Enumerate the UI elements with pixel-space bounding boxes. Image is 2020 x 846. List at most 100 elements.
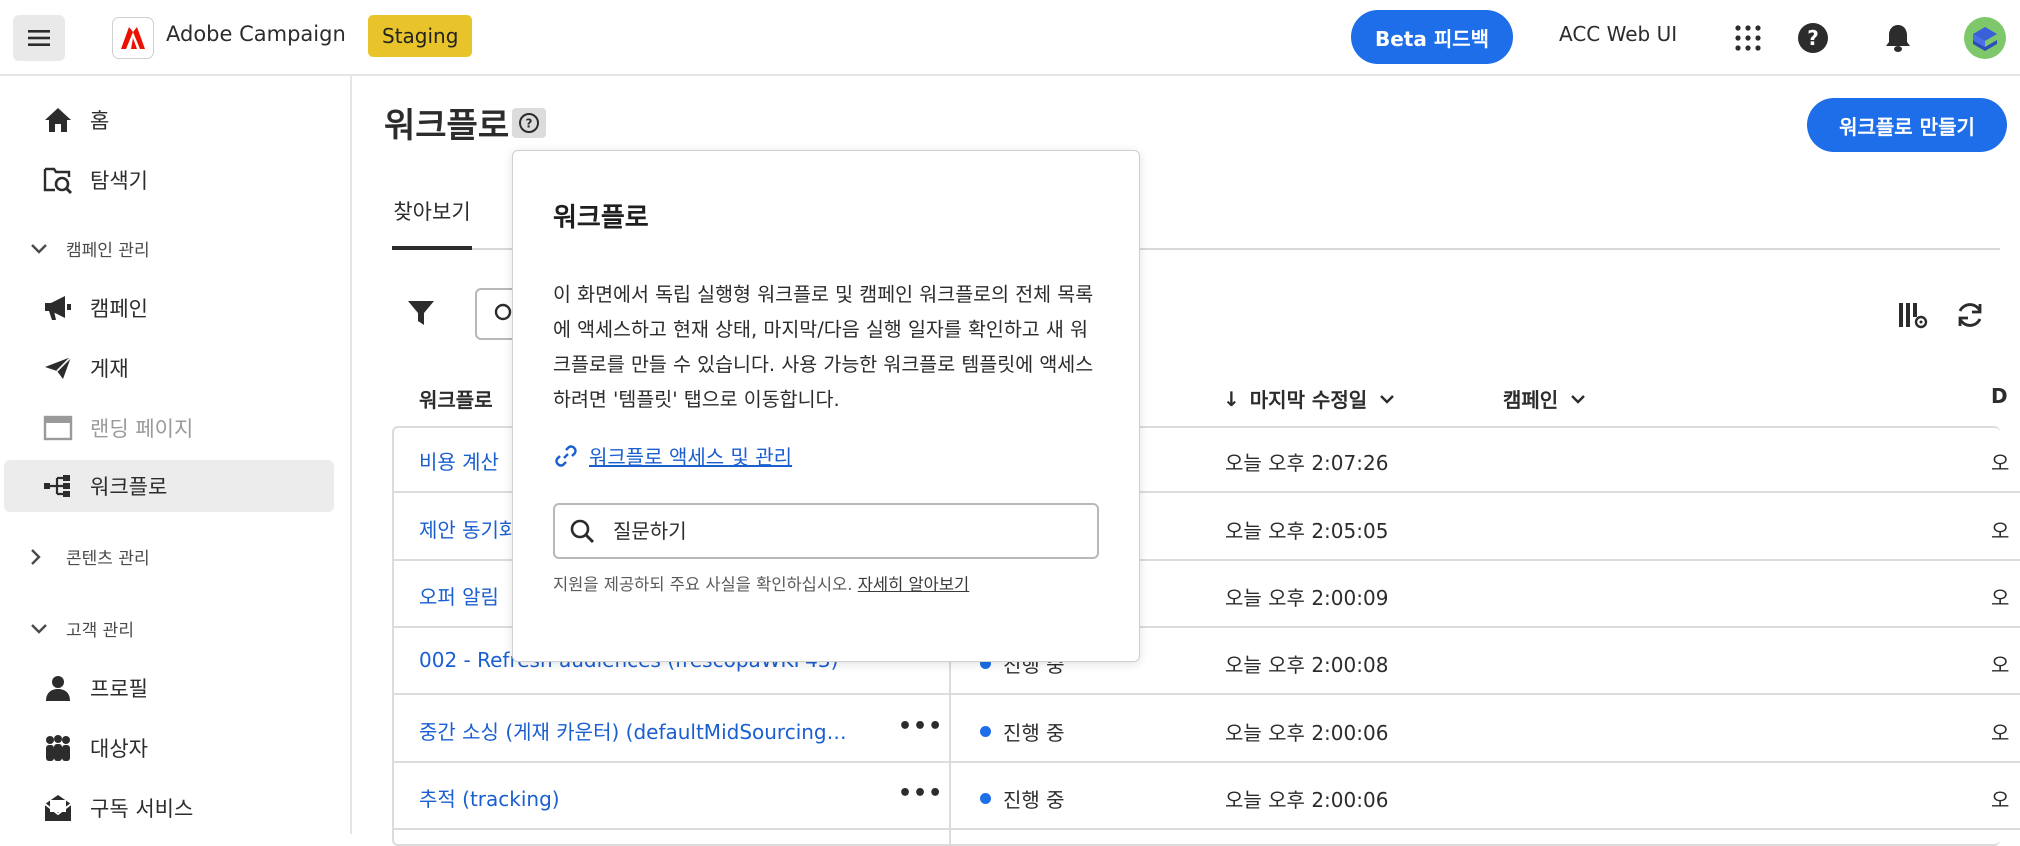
audience-icon xyxy=(40,730,76,766)
sidebar-section-customer[interactable]: 고객 관리 xyxy=(30,616,134,641)
tab-active-indicator xyxy=(392,246,472,250)
sidebar-item-label: 구독 서비스 xyxy=(90,797,194,821)
column-settings-icon[interactable] xyxy=(1896,298,1930,332)
workflow-name-link[interactable]: 오퍼 알림 xyxy=(419,581,499,610)
sidebar-section-label: 고객 관리 xyxy=(66,621,134,641)
search-icon xyxy=(569,516,599,546)
chevron-down-icon xyxy=(1380,394,1394,404)
environment-badge: Staging xyxy=(368,15,473,57)
popover-description: 이 화면에서 독립 실행형 워크플로 및 캠페인 워크플로의 전체 목록에 액세… xyxy=(553,283,1094,411)
sidebar-item-label: 탐색기 xyxy=(90,169,148,193)
last-modified-value: 오늘 오후 2:00:09 xyxy=(1225,586,1389,610)
refresh-icon[interactable] xyxy=(1953,298,1987,332)
help-popover: 워크플로 이 화면에서 독립 실행형 워크플로 및 캠페인 워크플로의 전체 목… xyxy=(512,150,1140,662)
more-actions-icon[interactable]: ••• xyxy=(898,781,943,806)
sidebar-item-profiles[interactable]: 프로필 xyxy=(4,662,334,714)
workflow-name-link[interactable]: 비용 계산 xyxy=(419,446,499,475)
sidebar-item-workflows[interactable]: 워크플로 xyxy=(4,460,334,512)
popover-doc-link[interactable]: 워크플로 액세스 및 관리 xyxy=(553,441,792,470)
last-modified-value: 오늘 오후 2:00:06 xyxy=(1225,788,1389,812)
truncated-column-value: 오 xyxy=(1991,788,2010,812)
explorer-icon xyxy=(40,162,76,198)
link-icon xyxy=(553,442,581,470)
status-label: 진행 중 xyxy=(1003,788,1065,812)
status-dot-icon xyxy=(980,793,991,804)
column-header-label: 마지막 수정일 xyxy=(1249,388,1368,412)
sidebar-item-deliveries[interactable]: 게재 xyxy=(4,342,334,394)
workflow-icon xyxy=(40,468,76,504)
ask-question-field[interactable] xyxy=(553,503,1099,559)
menu-icon[interactable] xyxy=(13,15,65,61)
help-icon[interactable]: ? xyxy=(1793,18,1833,58)
sidebar-item-subscriptions[interactable]: 구독 서비스 xyxy=(4,782,334,834)
popover-link-label: 워크플로 액세스 및 관리 xyxy=(589,445,793,469)
home-icon xyxy=(40,102,76,138)
acc-web-ui-link[interactable]: ACC Web UI xyxy=(1559,22,1677,46)
sort-descending-icon: ↓ xyxy=(1223,386,1240,411)
subscription-envelope-icon xyxy=(40,790,76,826)
sidebar-section-content[interactable]: 콘텐츠 관리 xyxy=(30,544,150,569)
sidebar-item-label: 홈 xyxy=(90,109,110,133)
truncated-column-value: 오 xyxy=(1991,519,2010,543)
adobe-logo-icon[interactable] xyxy=(112,17,154,59)
sidebar-item-explorer[interactable]: 탐색기 xyxy=(4,154,334,206)
column-header-last-modified[interactable]: ↓ 마지막 수정일 xyxy=(1223,384,1395,413)
learn-more-link[interactable]: 자세히 알아보기 xyxy=(858,575,970,594)
create-workflow-button[interactable]: 워크플로 만들기 xyxy=(1807,98,2007,152)
truncated-column-value: 오 xyxy=(1991,653,2010,677)
beta-feedback-button[interactable]: Beta 피드백 xyxy=(1351,10,1513,64)
workflow-name-link[interactable]: 제안 동기화 xyxy=(419,514,517,543)
top-bar: Adobe Campaign Staging Beta 피드백 ACC Web … xyxy=(0,0,2020,76)
sidebar-section-label: 캠페인 관리 xyxy=(66,241,150,261)
last-modified-value: 오늘 오후 2:05:05 xyxy=(1225,519,1389,543)
sidebar-item-label: 워크플로 xyxy=(90,475,168,499)
sidebar-item-campaigns[interactable]: 캠페인 xyxy=(4,282,334,334)
user-avatar[interactable] xyxy=(1963,16,2007,60)
filter-icon[interactable] xyxy=(406,298,438,330)
sidebar-item-label: 프로필 xyxy=(90,677,148,701)
sidebar-item-home[interactable]: 홈 xyxy=(4,94,334,146)
svg-text:?: ? xyxy=(526,117,533,131)
truncated-column-value: 오 xyxy=(1991,721,2010,745)
sidebar-item-audiences[interactable]: 대상자 xyxy=(4,722,334,774)
tab-browse[interactable]: 찾아보기 xyxy=(392,196,472,226)
notifications-bell-icon[interactable] xyxy=(1878,18,1918,58)
truncated-column-value: 오 xyxy=(1991,451,2010,475)
status-label: 진행 중 xyxy=(1003,721,1065,745)
sidebar-section-campaign[interactable]: 캠페인 관리 xyxy=(30,236,150,261)
chevron-right-icon xyxy=(30,548,52,566)
app-name[interactable]: Adobe Campaign xyxy=(166,22,346,46)
last-modified-value: 오늘 오후 2:00:08 xyxy=(1225,653,1389,677)
sidebar-item-landing-pages[interactable]: 랜딩 페이지 xyxy=(4,402,334,454)
last-modified-value: 오늘 오후 2:00:06 xyxy=(1225,721,1389,745)
popover-title: 워크플로 xyxy=(553,203,649,233)
sidebar-item-label: 랜딩 페이지 xyxy=(90,417,194,441)
ask-question-input[interactable] xyxy=(613,519,1073,543)
status-badge: 진행 중 xyxy=(980,717,1065,746)
column-header-label: 캠페인 xyxy=(1503,388,1559,412)
workflow-name-link[interactable]: 추적 (tracking) xyxy=(419,783,560,812)
paper-plane-icon xyxy=(40,350,76,386)
sidebar-item-label: 게재 xyxy=(90,357,129,381)
page-title: 워크플로 xyxy=(384,106,510,146)
help-circle-icon[interactable]: ? xyxy=(512,108,546,138)
status-dot-icon xyxy=(980,726,991,737)
svg-text:?: ? xyxy=(1807,26,1819,50)
chevron-down-icon xyxy=(30,623,52,635)
sidebar-item-label: 캠페인 xyxy=(90,297,148,321)
sidebar-section-label: 콘텐츠 관리 xyxy=(66,549,150,569)
chevron-down-icon xyxy=(30,243,52,255)
table-row[interactable]: 중간 소싱 (게재 카운터) (defaultMidSourcing… ••• 진행… xyxy=(392,696,2020,763)
truncated-column-value: 오 xyxy=(1991,586,2010,610)
column-header-workflow[interactable]: 워크플로 xyxy=(419,384,493,413)
workflow-name-link[interactable]: 중간 소싱 (게재 카운터) (defaultMidSourcing… xyxy=(419,716,847,745)
table-row[interactable]: 추적 (tracking) ••• 진행 중 오늘 오후 2:00:06 오 xyxy=(392,763,2020,830)
column-header-campaign[interactable]: 캠페인 xyxy=(1503,384,1586,413)
disclaimer-text: 지원을 제공하되 주요 사실을 확인하십시오. xyxy=(553,575,853,594)
apps-grid-icon[interactable] xyxy=(1728,18,1768,58)
status-badge: 진행 중 xyxy=(980,784,1065,813)
profile-icon xyxy=(40,670,76,706)
last-modified-value: 오늘 오후 2:07:26 xyxy=(1225,451,1389,475)
more-actions-icon[interactable]: ••• xyxy=(898,714,943,739)
column-header-truncated[interactable]: D xyxy=(1991,384,2008,408)
